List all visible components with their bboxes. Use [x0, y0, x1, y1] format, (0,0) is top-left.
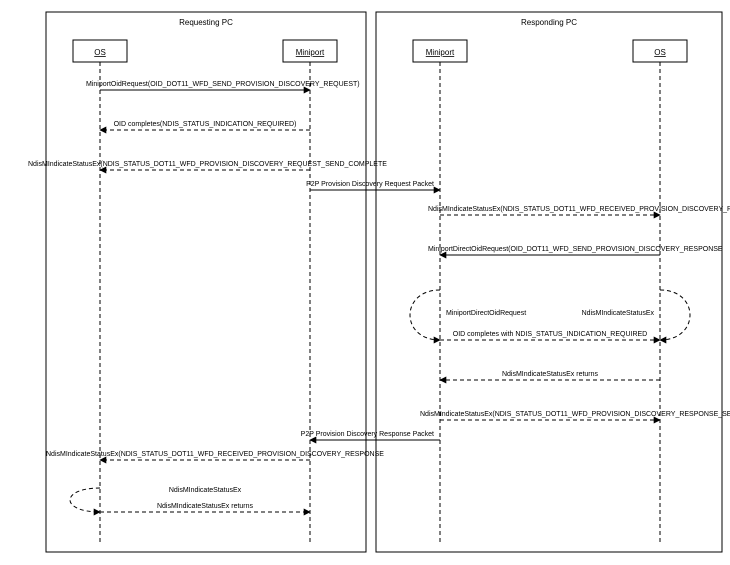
- requesting-pc-title: Requesting PC: [179, 18, 233, 27]
- lifeline-req-os-label: OS: [94, 48, 106, 57]
- label-m10: P2P Provision Discovery Response Packet: [301, 431, 434, 438]
- label-m5: NdisMIndicateStatusEx(NDIS_STATUS_DOT11_…: [428, 206, 730, 213]
- lifeline-req-mp-label: Miniport: [296, 48, 325, 57]
- label-m6: MiniportDirectOidRequest(OID_DOT11_WFD_S…: [428, 246, 723, 253]
- label-m7: OID completes with NDIS_STATUS_INDICATIO…: [453, 331, 647, 338]
- lifeline-resp-mp-label: Miniport: [426, 48, 455, 57]
- label-m3: NdisMIndicateStatusEx(NDIS_STATUS_DOT11_…: [28, 161, 387, 168]
- label-m11b: NdisMIndicateStatusEx returns: [157, 503, 254, 510]
- label-m6b: NdisMIndicateStatusEx: [582, 310, 655, 317]
- lifeline-resp-os-label: OS: [654, 48, 666, 57]
- label-m4: P2P Provision Discovery Request Packet: [306, 181, 434, 188]
- responding-pc-box: [376, 12, 722, 552]
- label-m2: OID completes(NDIS_STATUS_INDICATION_REQ…: [114, 121, 297, 128]
- label-m11: NdisMIndicateStatusEx(NDIS_STATUS_DOT11_…: [46, 451, 384, 458]
- label-m8: NdisMIndicateStatusEx returns: [502, 371, 599, 378]
- label-m11a: NdisMIndicateStatusEx: [169, 487, 242, 494]
- responding-pc-title: Responding PC: [521, 18, 577, 27]
- label-m1: MiniportOidRequest(OID_DOT11_WFD_SEND_PR…: [86, 81, 360, 88]
- requesting-pc-box: [46, 12, 366, 552]
- label-m6a: MiniportDirectOidRequest: [446, 310, 526, 317]
- label-m9: NdisMIndicateStatusEx(NDIS_STATUS_DOT11_…: [420, 411, 730, 418]
